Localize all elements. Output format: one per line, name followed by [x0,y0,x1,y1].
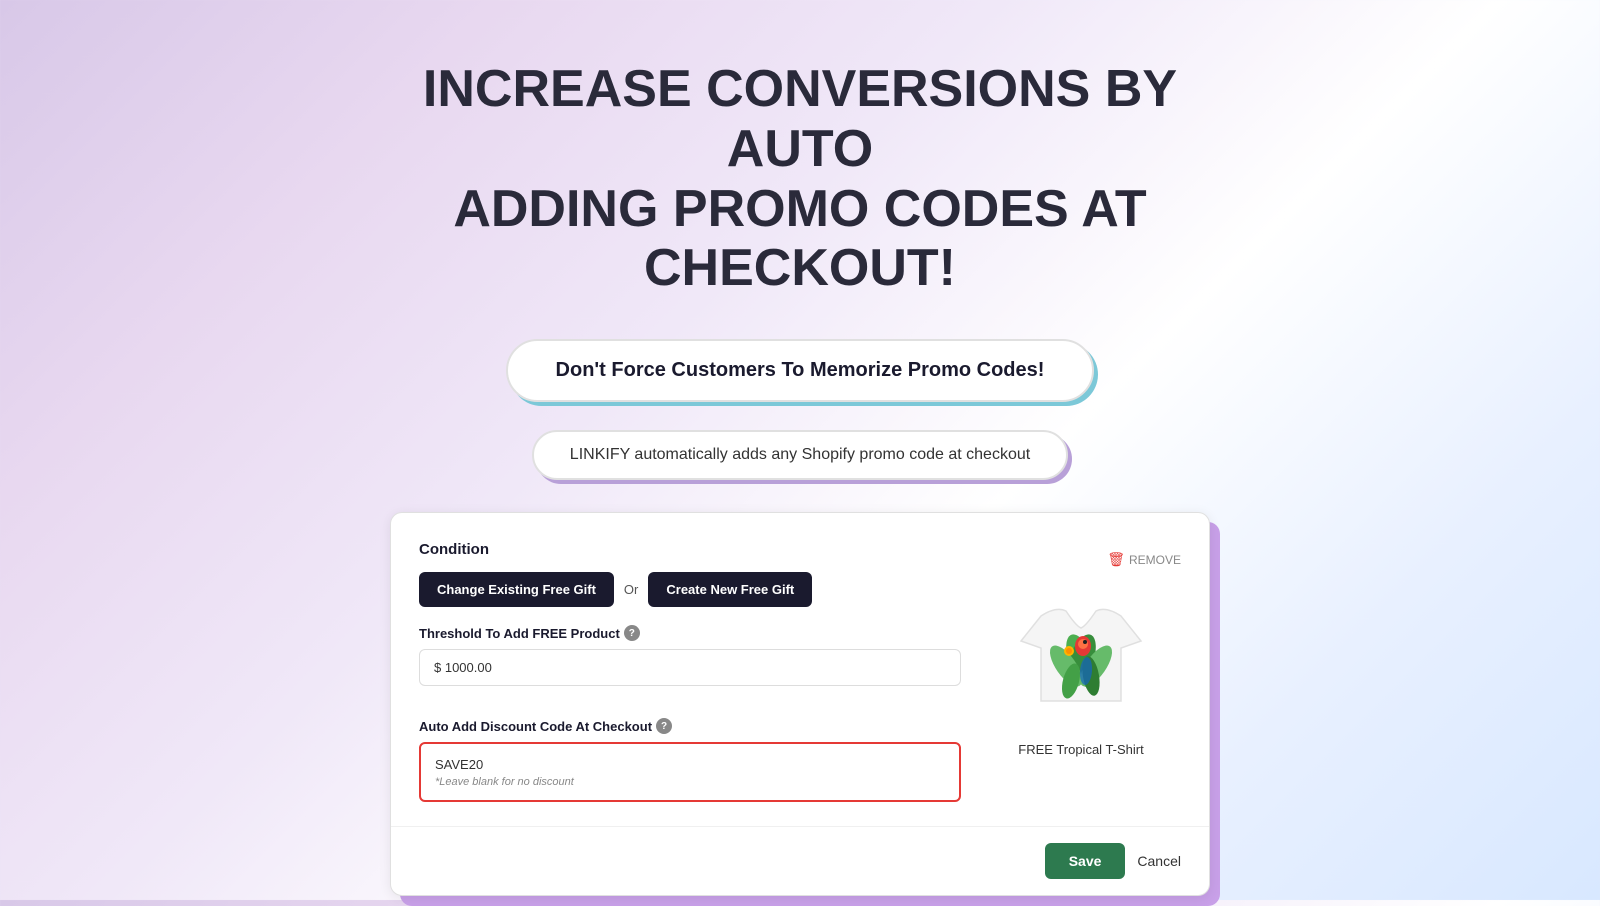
gift-button-group: Change Existing Free Gift Or Create New … [419,572,961,607]
change-gift-button[interactable]: Change Existing Free Gift [419,572,614,607]
headline: INCREASE CONVERSIONS BY AUTO ADDING PROM… [350,60,1250,339]
discount-info-icon: ? [656,718,672,734]
threshold-label: Threshold To Add FREE Product ? [419,625,961,641]
threshold-input[interactable] [419,649,961,686]
card-right: 🗑 REMOVE [981,541,1181,810]
pill-primary: Don't Force Customers To Memorize Promo … [506,339,1095,402]
card-footer: Save Cancel [391,826,1209,895]
remove-button[interactable]: 🗑 REMOVE [1107,551,1181,568]
discount-input[interactable] [435,757,945,772]
tshirt-svg [1011,586,1151,726]
threshold-info-icon: ? [624,625,640,641]
save-button[interactable]: Save [1045,843,1126,879]
product-name: FREE Tropical T-Shirt [1018,742,1143,757]
main-card-wrapper: Condition Change Existing Free Gift Or C… [390,512,1210,896]
discount-label: Auto Add Discount Code At Checkout ? [419,718,961,734]
create-gift-button[interactable]: Create New Free Gift [648,572,812,607]
discount-label-row: Auto Add Discount Code At Checkout ? *Le… [419,718,961,802]
card-left: Condition Change Existing Free Gift Or C… [419,541,961,810]
pill-secondary: LINKIFY automatically adds any Shopify p… [532,430,1068,480]
card-body: Condition Change Existing Free Gift Or C… [391,513,1209,810]
condition-label: Condition [419,541,961,558]
product-image [1001,576,1161,736]
discount-box: *Leave blank for no discount [419,742,961,802]
or-label: Or [624,582,638,597]
trash-icon: 🗑 [1107,551,1125,568]
main-card: Condition Change Existing Free Gift Or C… [390,512,1210,896]
cancel-button[interactable]: Cancel [1137,853,1181,869]
discount-hint: *Leave blank for no discount [435,776,945,788]
threshold-row: Threshold To Add FREE Product ? [419,625,961,702]
